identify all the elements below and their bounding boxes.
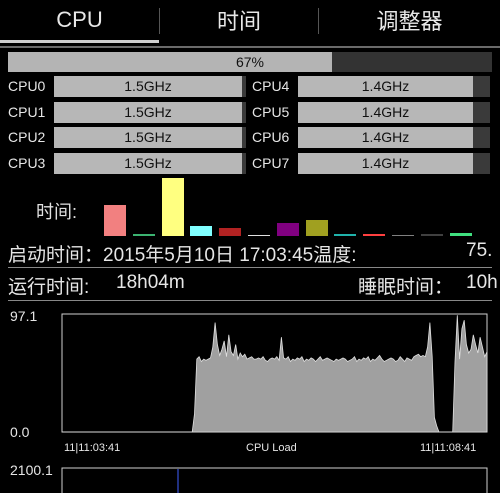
temperature-label: 温度: bbox=[313, 245, 357, 266]
time-in-state-bar bbox=[219, 228, 241, 236]
uptime-row: 运行时间: bbox=[8, 272, 89, 299]
time-in-state-bar bbox=[248, 235, 270, 236]
time-in-state-bar bbox=[421, 234, 443, 236]
tab-cpu-label: CPU bbox=[56, 7, 103, 32]
cpu-load-x-start: 11|11:03:41 bbox=[64, 442, 121, 454]
frequency-y-max: 2100.1 bbox=[10, 462, 53, 478]
core-label: CPU4 bbox=[252, 78, 290, 94]
core-label: CPU2 bbox=[8, 129, 46, 145]
boot-time-label: 启动时间： bbox=[8, 245, 104, 266]
core-label: CPU0 bbox=[8, 78, 46, 94]
time-in-state-bar bbox=[306, 220, 328, 236]
time-in-state-bar bbox=[334, 234, 356, 236]
core-label: CPU1 bbox=[8, 104, 46, 120]
core-frequency-bar: 1.5GHz bbox=[54, 76, 242, 97]
time-in-state-bar bbox=[277, 223, 299, 236]
core-label: CPU3 bbox=[8, 155, 46, 171]
core-label: CPU6 bbox=[252, 129, 290, 145]
core-label: CPU5 bbox=[252, 104, 290, 120]
core-frequency-bar: 1.5GHz bbox=[54, 127, 242, 148]
cpu-load-x-end: 11|11:08:41 bbox=[420, 442, 477, 454]
time-in-state-label: 时间: bbox=[36, 202, 78, 222]
tab-governor[interactable]: 调整器 bbox=[319, 0, 500, 40]
tab-time-label: 时间 bbox=[216, 9, 261, 34]
time-in-state-bar bbox=[363, 234, 385, 236]
core-frequency-bar: 1.4GHz bbox=[298, 153, 473, 174]
time-in-state-bar bbox=[162, 178, 184, 236]
time-in-state-bar bbox=[104, 205, 126, 236]
time-in-state-chart bbox=[104, 176, 476, 236]
header-divider bbox=[0, 46, 500, 48]
time-in-state-bar bbox=[133, 234, 155, 236]
overall-cpu-usage-bar: 67% bbox=[8, 52, 492, 72]
core-frequency-bar: 1.5GHz bbox=[54, 102, 242, 123]
overall-cpu-usage-label: 67% bbox=[235, 54, 265, 70]
core-frequency-bar: 1.4GHz bbox=[298, 76, 473, 97]
frequency-plot-frame bbox=[61, 467, 488, 493]
time-in-state-bar bbox=[450, 233, 472, 236]
core-frequency-bar: 1.4GHz bbox=[298, 102, 473, 123]
cpu-load-chart bbox=[61, 313, 488, 493]
core-label: CPU7 bbox=[252, 155, 290, 171]
uptime-label: 运行时间: bbox=[8, 277, 90, 298]
tab-governor-label: 调整器 bbox=[376, 9, 443, 34]
cpu-load-y-min: 0.0 bbox=[10, 424, 30, 440]
cpu-load-y-max: 97.1 bbox=[10, 308, 38, 324]
sleep-time-label: 睡眠时间： bbox=[358, 277, 454, 298]
tab-time[interactable]: 时间 bbox=[160, 0, 318, 40]
cpu-load-title: CPU Load bbox=[246, 442, 297, 454]
active-tab-indicator bbox=[0, 40, 159, 43]
core-frequency-bar: 1.5GHz bbox=[54, 153, 242, 174]
sleep-time-value: 10h bbox=[466, 272, 498, 293]
boot-time-value: 2015年5月10日 17:03:45 bbox=[103, 245, 314, 266]
boot-time-row: 启动时间：2015年5月10日 17:03:45温度: bbox=[8, 240, 357, 267]
time-in-state-bar bbox=[392, 235, 414, 236]
temperature-value: 75. bbox=[466, 240, 493, 261]
tab-cpu[interactable]: CPU bbox=[0, 0, 159, 40]
row-divider bbox=[8, 267, 492, 268]
time-in-state-bar bbox=[190, 226, 212, 236]
core-frequency-bar: 1.4GHz bbox=[298, 127, 473, 148]
uptime-value: 18h04m bbox=[116, 272, 185, 293]
